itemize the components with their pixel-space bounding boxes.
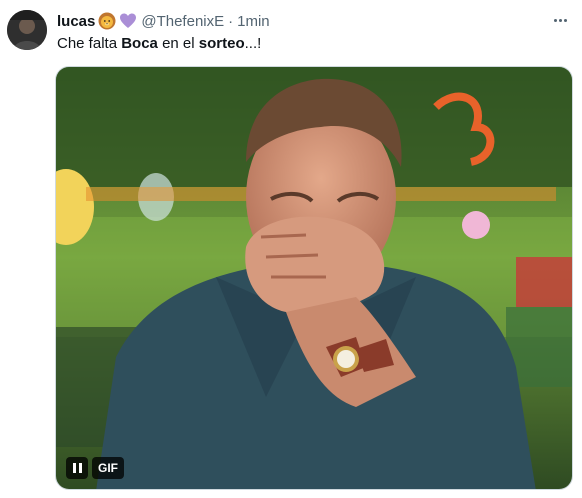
- avatar-image: [7, 10, 47, 50]
- gif-badge: GIF: [92, 457, 124, 479]
- tweet-text-bold: Boca: [121, 35, 158, 52]
- display-name[interactable]: lucas: [57, 13, 95, 30]
- pause-bar: [78, 463, 82, 473]
- separator-dot: ·: [228, 12, 234, 30]
- timestamp[interactable]: 1min: [237, 13, 270, 30]
- tweet-text: Che falta Boca en el sorteo...!: [57, 34, 261, 54]
- lion-face-emoji: [98, 12, 116, 30]
- more-options-button[interactable]: [548, 10, 572, 30]
- gif-media[interactable]: GIF: [55, 66, 573, 490]
- gif-frame-image: [56, 67, 572, 489]
- user-handle[interactable]: @ThefenixE: [141, 13, 224, 30]
- more-icon-dot: [563, 18, 567, 22]
- pause-icon[interactable]: [66, 457, 88, 479]
- tweet-header: lucas @ThefenixE · 1min: [57, 10, 270, 32]
- gif-controls: GIF: [66, 457, 124, 479]
- more-icon-dot: [558, 18, 562, 22]
- avatar[interactable]: [7, 10, 47, 50]
- pause-bar: [72, 463, 76, 473]
- tweet-text-part: en el: [157, 35, 199, 52]
- tweet-text-bold: sorteo: [198, 35, 245, 52]
- tweet-text-part: ...!: [244, 35, 262, 52]
- tweet-text-part: Che falta: [57, 35, 122, 52]
- more-icon: [553, 18, 557, 22]
- purple-heart-emoji: [119, 12, 137, 30]
